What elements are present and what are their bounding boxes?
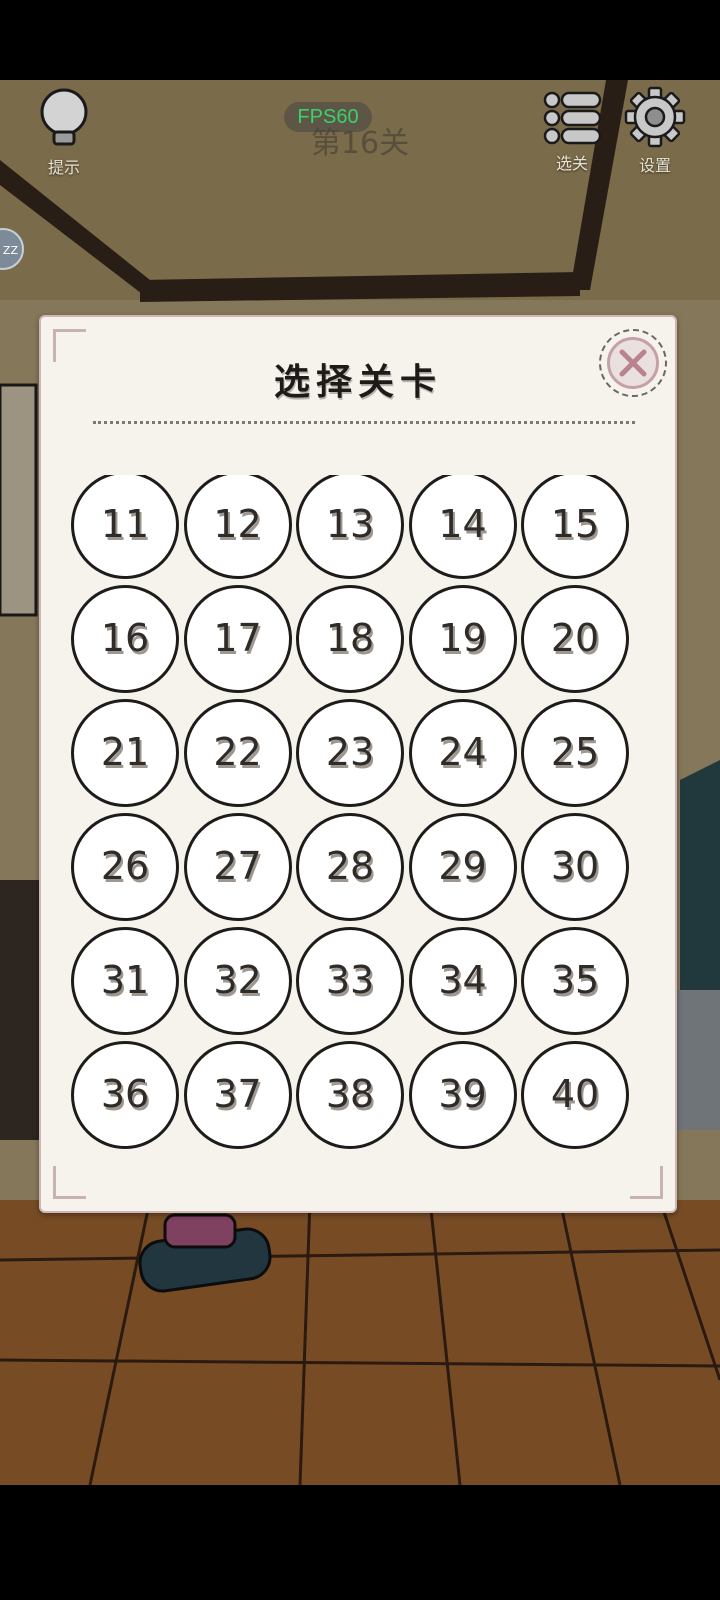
level-button-40[interactable]: 40	[521, 1041, 629, 1149]
level-select-label: 选关	[555, 154, 588, 173]
level-button-24[interactable]: 24	[408, 699, 517, 807]
level-button-20[interactable]: 20	[521, 585, 629, 693]
level-button-37[interactable]: 37	[183, 1041, 292, 1149]
level-button-32[interactable]: 32	[183, 927, 292, 1035]
level-button-28[interactable]: 28	[296, 813, 404, 921]
level-button-13[interactable]: 13	[296, 475, 404, 579]
corner-decoration	[53, 1166, 86, 1199]
level-button-23[interactable]: 23	[296, 699, 404, 807]
hint-label: 提示	[47, 158, 80, 177]
fps-counter: FPS60	[284, 102, 372, 132]
settings-label: 设置	[638, 156, 671, 175]
level-button-16[interactable]: 16	[71, 585, 179, 693]
corner-decoration	[630, 1166, 663, 1199]
level-button-27[interactable]: 27	[183, 813, 292, 921]
level-select-button[interactable]: 选关	[540, 90, 604, 174]
close-icon	[607, 337, 659, 389]
close-button[interactable]	[599, 329, 667, 397]
title-divider	[93, 421, 635, 424]
lightbulb-icon	[40, 88, 88, 146]
level-button-25[interactable]: 25	[521, 699, 629, 807]
hint-button[interactable]: 提示	[30, 88, 98, 178]
level-button-18[interactable]: 18	[296, 585, 404, 693]
level-button-26[interactable]: 26	[71, 813, 179, 921]
level-button-31[interactable]: 31	[71, 927, 179, 1035]
level-button-39[interactable]: 39	[408, 1041, 517, 1149]
level-button-35[interactable]: 35	[521, 927, 629, 1035]
level-button-30[interactable]: 30	[521, 813, 629, 921]
level-button-19[interactable]: 19	[408, 585, 517, 693]
level-button-12[interactable]: 12	[183, 475, 292, 579]
level-button-22[interactable]: 22	[183, 699, 292, 807]
list-icon	[543, 91, 602, 145]
level-button-34[interactable]: 34	[408, 927, 517, 1035]
level-button-17[interactable]: 17	[183, 585, 292, 693]
settings-button[interactable]: 设置	[622, 86, 688, 176]
level-button-15[interactable]: 15	[521, 475, 629, 579]
level-button-21[interactable]: 21	[71, 699, 179, 807]
level-button-36[interactable]: 36	[71, 1041, 179, 1149]
level-button-33[interactable]: 33	[296, 927, 404, 1035]
level-button-38[interactable]: 38	[296, 1041, 404, 1149]
dialog-title: 选择关卡	[273, 362, 442, 403]
level-button-29[interactable]: 29	[408, 813, 517, 921]
level-grid[interactable]: 11 12 13 14 15 16 17 18 19 20 21 22 23 24 25 26 27 28 29 30…	[41, 475, 675, 1157]
level-button-14[interactable]: 14	[408, 475, 517, 579]
level-button-11[interactable]: 11	[71, 475, 179, 579]
gear-icon	[624, 86, 686, 148]
level-select-dialog: 选择关卡 11 12 13 14 15 16 17 18 19 20 21 22 23 24 25 26 27 2…	[39, 315, 677, 1213]
